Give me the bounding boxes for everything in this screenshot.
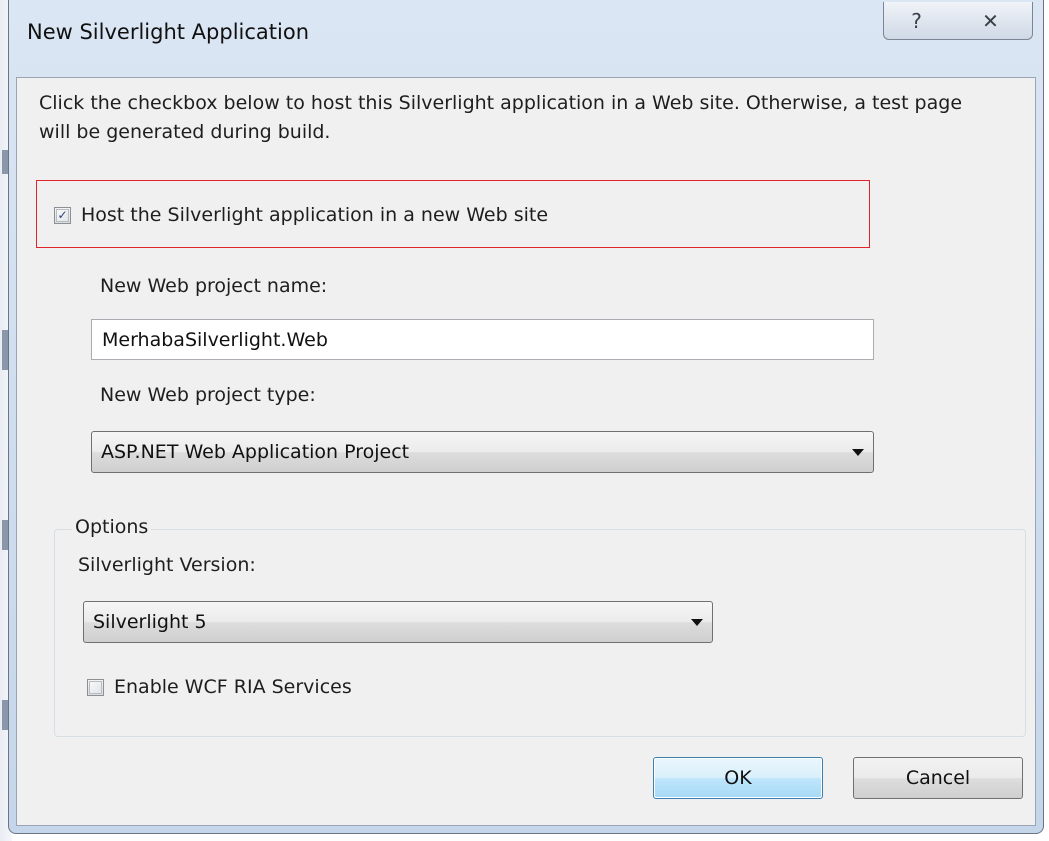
ria-checkbox-label[interactable]: Enable WCF RIA Services — [114, 676, 352, 698]
host-checkbox-row[interactable]: ✓ Host the Silverlight application in a … — [54, 204, 548, 226]
cancel-button[interactable]: Cancel — [853, 757, 1023, 799]
checkbox-inner: ✓ — [56, 208, 69, 222]
ria-checkbox-row[interactable]: Enable WCF RIA Services — [87, 676, 352, 698]
project-type-value: ASP.NET Web Application Project — [101, 441, 410, 463]
ok-button[interactable]: OK — [653, 757, 823, 799]
project-type-label: New Web project type: — [100, 384, 316, 406]
help-button[interactable]: ? — [883, 2, 950, 40]
project-type-dropdown[interactable]: ASP.NET Web Application Project — [91, 431, 874, 473]
close-button[interactable]: ✕ — [949, 2, 1033, 40]
silverlight-version-dropdown[interactable]: Silverlight 5 — [83, 601, 713, 643]
cancel-button-label: Cancel — [905, 767, 971, 789]
help-icon: ? — [911, 8, 922, 33]
ok-button-label: OK — [724, 767, 752, 789]
silverlight-version-value: Silverlight 5 — [93, 611, 207, 633]
info-text: Click the checkbox below to host this Si… — [39, 92, 963, 143]
ria-checkbox[interactable] — [87, 678, 104, 696]
host-checkbox-label[interactable]: Host the Silverlight application in a ne… — [81, 204, 548, 226]
window-title: New Silverlight Application — [27, 20, 310, 44]
project-name-label: New Web project name: — [100, 275, 328, 297]
dialog-body: Click the checkbox below to host this Si… — [16, 77, 1036, 826]
dialog-window: New Silverlight Application ? ✕ Click th… — [8, 0, 1044, 834]
options-group-title: Options — [72, 516, 152, 538]
title-bar[interactable]: New Silverlight Application ? ✕ — [9, 0, 1043, 77]
silverlight-version-label: Silverlight Version: — [78, 554, 256, 576]
close-icon: ✕ — [982, 8, 999, 33]
check-icon: ✓ — [57, 208, 68, 222]
project-name-input[interactable] — [91, 319, 874, 360]
checkbox-inner — [89, 680, 102, 694]
chevron-down-icon — [691, 619, 703, 626]
host-checkbox[interactable]: ✓ — [54, 206, 71, 224]
chevron-down-icon — [852, 449, 864, 456]
